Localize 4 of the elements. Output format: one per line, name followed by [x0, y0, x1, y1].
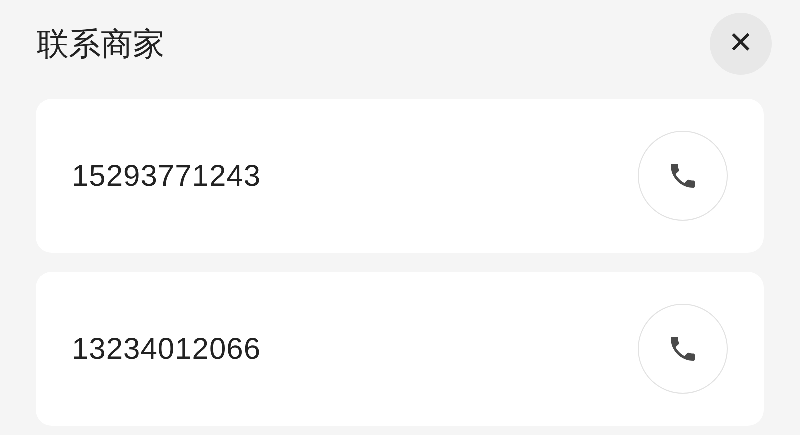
phone-number: 15293771243: [72, 158, 262, 194]
dialog-title: 联系商家: [37, 24, 165, 64]
phone-number: 13234012066: [72, 332, 262, 368]
close-button[interactable]: ✕: [710, 12, 772, 74]
